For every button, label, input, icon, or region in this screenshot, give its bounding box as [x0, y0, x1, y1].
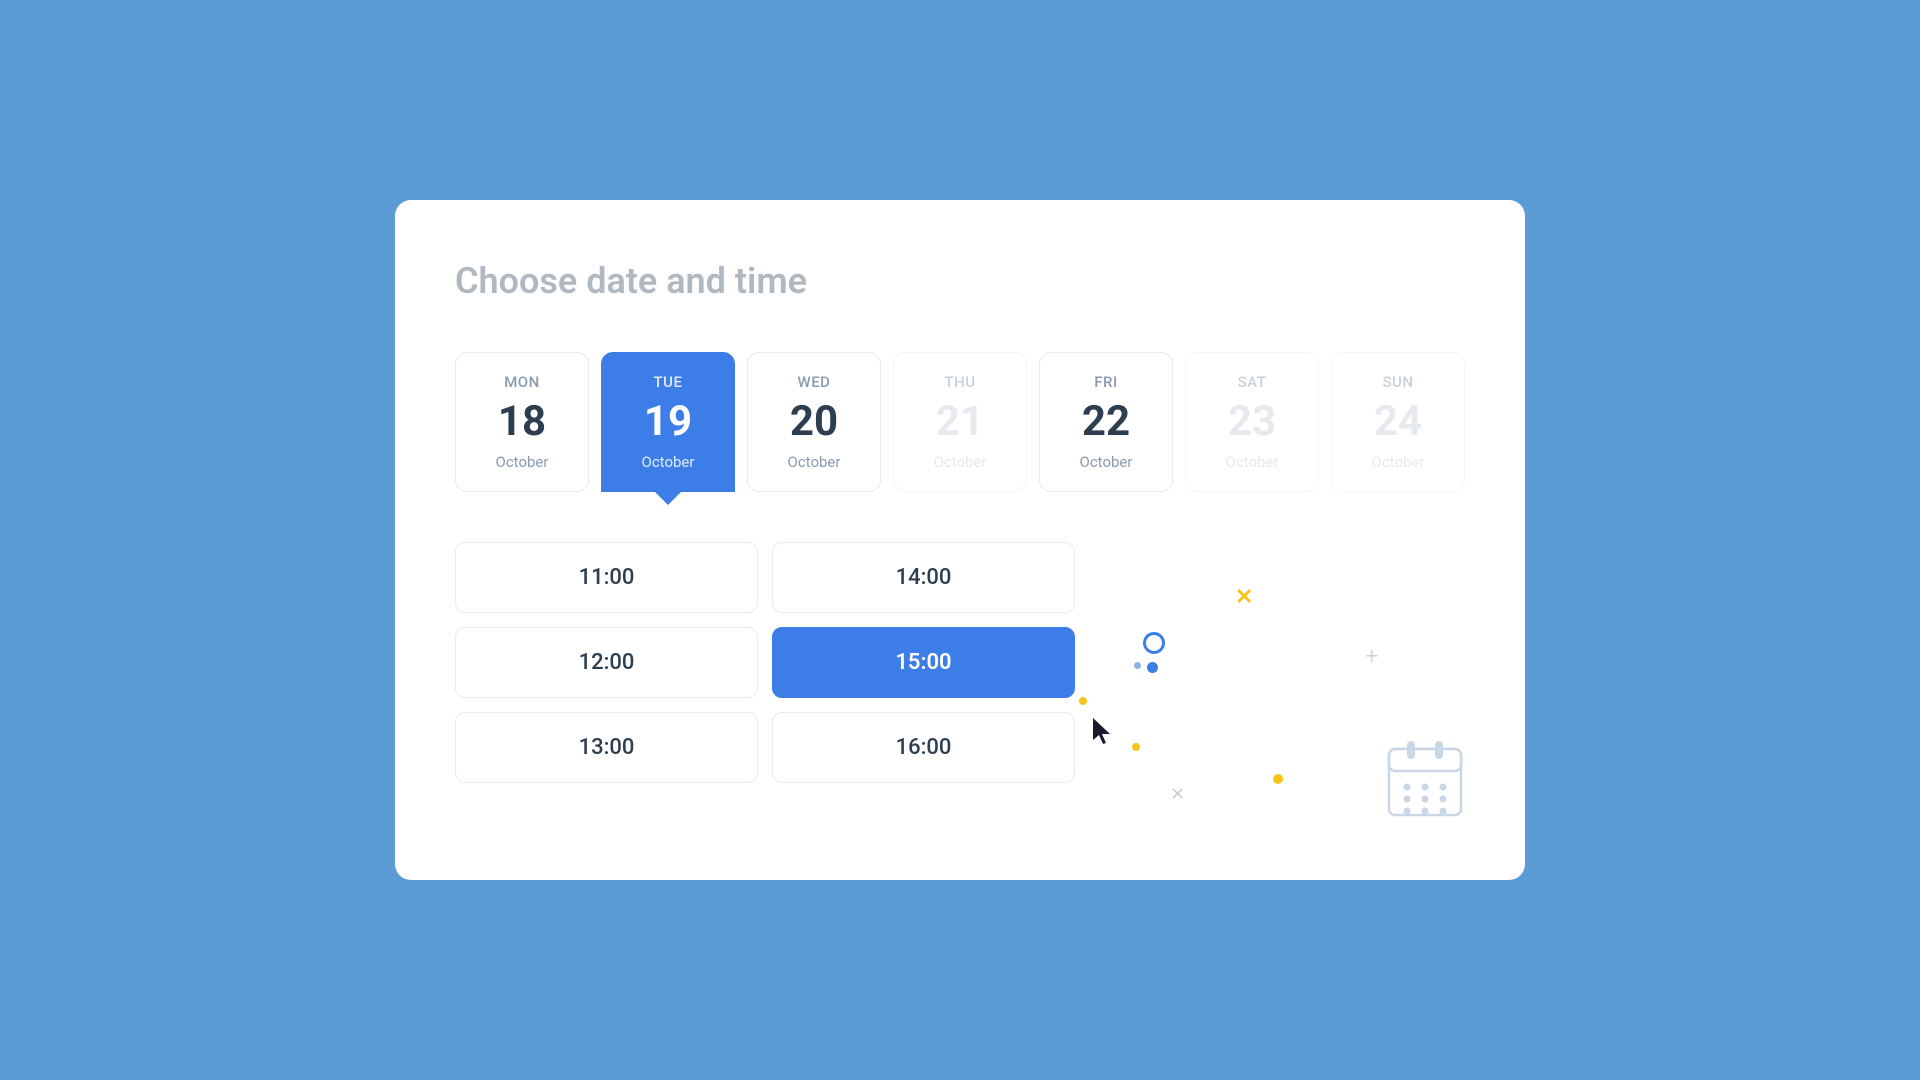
day-number: 20 — [758, 401, 870, 443]
time-slot-1100[interactable]: 11:00 — [455, 542, 758, 613]
month-name: October — [1196, 453, 1308, 471]
day-name: TUE — [612, 373, 724, 391]
date-item-mon-18[interactable]: MON 18 October — [455, 352, 589, 492]
date-item-sun-24: SUN 24 October — [1331, 352, 1465, 492]
day-name: SUN — [1342, 373, 1454, 391]
day-name: FRI — [1050, 373, 1162, 391]
date-picker-row: MON 18 October TUE 19 October WED 20 Oct… — [455, 352, 1465, 492]
day-number: 24 — [1342, 401, 1454, 443]
day-number: 23 — [1196, 401, 1308, 443]
time-slot-1600[interactable]: 16:00 — [772, 712, 1075, 783]
deco-dot-yellow-3 — [1273, 774, 1283, 784]
month-name: October — [1050, 453, 1162, 471]
date-time-picker-card: Choose date and time MON 18 October TUE … — [395, 200, 1525, 880]
deco-dot-yellow-1 — [1079, 697, 1087, 705]
day-name: MON — [466, 373, 578, 391]
date-item-sat-23: SAT 23 October — [1185, 352, 1319, 492]
deco-dot-large-blue — [1147, 662, 1158, 673]
date-item-fri-22[interactable]: FRI 22 October — [1039, 352, 1173, 492]
month-name: October — [1342, 453, 1454, 471]
deco-x-yellow: ✕ — [1235, 585, 1253, 610]
deco-plus-icon: + — [1365, 642, 1379, 670]
month-name: October — [466, 453, 578, 471]
date-item-tue-19[interactable]: TUE 19 October — [601, 352, 735, 492]
time-slots-grid: 11:00 14:00 12:00 15:00 13:00 16:00 — [455, 542, 1075, 783]
date-item-wed-20[interactable]: WED 20 October — [747, 352, 881, 492]
day-number: 21 — [904, 401, 1016, 443]
date-item-thu-21: THU 21 October — [893, 352, 1027, 492]
day-number: 18 — [466, 401, 578, 443]
month-name: October — [904, 453, 1016, 471]
time-slot-1400[interactable]: 14:00 — [772, 542, 1075, 613]
month-name: October — [758, 453, 870, 471]
cursor-pointer — [1093, 718, 1117, 748]
day-number: 22 — [1050, 401, 1162, 443]
day-name: THU — [904, 373, 1016, 391]
day-name: WED — [758, 373, 870, 391]
time-slot-1500[interactable]: 15:00 — [772, 627, 1075, 698]
time-slot-1300[interactable]: 13:00 — [455, 712, 758, 783]
calendar-icon — [1385, 735, 1465, 820]
day-number: 19 — [612, 401, 724, 443]
deco-x-gray: ✕ — [1170, 784, 1185, 805]
page-title: Choose date and time — [455, 260, 1465, 302]
day-name: SAT — [1196, 373, 1308, 391]
deco-dot-small-blue — [1134, 662, 1141, 669]
month-name: October — [612, 453, 724, 471]
deco-dot-yellow-2 — [1132, 743, 1140, 751]
deco-circle-blue — [1143, 632, 1165, 654]
time-slot-1200[interactable]: 12:00 — [455, 627, 758, 698]
